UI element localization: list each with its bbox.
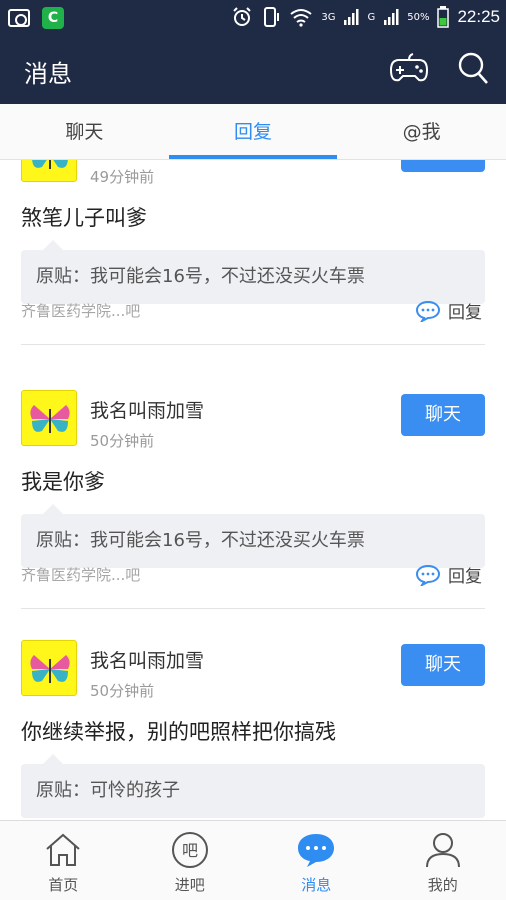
signal-icon-2 xyxy=(384,9,399,25)
reply-button[interactable]: 回复 xyxy=(416,562,482,587)
search-icon[interactable] xyxy=(456,50,490,86)
forum-name[interactable]: 齐鲁医药学院...吧 xyxy=(21,300,140,321)
tab-chat[interactable]: 聊天 xyxy=(0,104,169,159)
network-type: 3G xyxy=(321,11,336,23)
nav-profile-label: 我的 xyxy=(427,876,458,894)
page-title: 消息 xyxy=(24,60,72,88)
reply-label: 回复 xyxy=(448,567,482,587)
tab-bar: 聊天 回复 @我 xyxy=(0,104,506,160)
divider xyxy=(21,608,485,609)
comment-icon xyxy=(416,564,440,586)
reply-button[interactable]: 回复 xyxy=(416,298,482,323)
game-controller-icon[interactable] xyxy=(389,52,429,86)
home-icon xyxy=(46,833,80,866)
divider xyxy=(21,344,485,345)
nav-messages-label: 消息 xyxy=(301,876,332,894)
tab-mentions[interactable]: @我 xyxy=(337,104,506,159)
status-bar: C 3G G 50% 22:25 xyxy=(0,0,506,36)
message-icon xyxy=(298,834,335,867)
timestamp: 50分钟前 xyxy=(90,432,155,450)
chat-button[interactable]: 聊天 xyxy=(401,644,485,686)
nav-messages[interactable]: 消息 xyxy=(253,821,380,900)
network-type-2: G xyxy=(367,11,376,23)
butterfly-icon xyxy=(30,405,70,433)
timestamp: 50分钟前 xyxy=(90,682,155,700)
avatar[interactable] xyxy=(21,640,77,696)
nav-home-label: 首页 xyxy=(48,876,79,894)
chat-button[interactable]: 聊天 xyxy=(401,160,485,172)
alarm-icon xyxy=(233,7,252,26)
reply-text[interactable]: 你继续举报，别的吧照样把你搞残 xyxy=(21,716,336,746)
profile-icon xyxy=(425,833,460,868)
username[interactable]: 我名叫雨加雪 xyxy=(90,646,204,673)
avatar[interactable] xyxy=(21,390,77,446)
nav-profile[interactable]: 我的 xyxy=(380,821,506,900)
wifi-icon xyxy=(290,9,312,27)
nav-ba-label: 进吧 xyxy=(174,876,205,894)
tab-replies[interactable]: 回复 xyxy=(168,104,338,159)
username[interactable]: 我名叫雨加雪 xyxy=(90,396,204,423)
reply-text[interactable]: 我是你爹 xyxy=(21,466,105,496)
screenshot-icon xyxy=(8,9,30,27)
original-post-quote[interactable]: 原贴：可怜的孩子 xyxy=(21,754,485,818)
battery-icon xyxy=(437,6,450,28)
app-header: 消息 xyxy=(0,36,506,104)
signal-icon xyxy=(344,9,359,25)
timestamp: 49分钟前 xyxy=(90,168,155,186)
svg-text:吧: 吧 xyxy=(182,841,198,860)
nav-home[interactable]: 首页 xyxy=(0,821,127,900)
nav-ba[interactable]: 吧 进吧 xyxy=(127,821,254,900)
app-notification-icon: C xyxy=(42,7,64,29)
list-item: 我名叫雨加雪 50分钟前 聊天 你继续举报，别的吧照样把你搞残 原贴：可怜的孩子 xyxy=(0,640,506,820)
original-post-quote[interactable]: 原贴：我可能会16号，不过还没买火车票 xyxy=(21,504,485,568)
avatar[interactable] xyxy=(21,160,77,182)
forum-name[interactable]: 齐鲁医药学院...吧 xyxy=(21,564,140,585)
reply-text[interactable]: 煞笔儿子叫爹 xyxy=(21,202,147,232)
bottom-nav: 首页 吧 进吧 消息 我的 xyxy=(0,820,506,900)
original-post-quote[interactable]: 原贴：我可能会16号，不过还没买火车票 xyxy=(21,240,485,304)
list-item: 49分钟前 聊天 煞笔儿子叫爹 原贴：我可能会16号，不过还没买火车票 齐鲁医药… xyxy=(0,160,506,377)
reply-label: 回复 xyxy=(448,303,482,323)
butterfly-icon xyxy=(32,160,68,169)
ba-icon: 吧 xyxy=(171,832,208,868)
butterfly-icon xyxy=(30,655,70,683)
list-item: 我名叫雨加雪 50分钟前 聊天 我是你爹 原贴：我可能会16号，不过还没买火车票… xyxy=(0,390,506,641)
clock: 22:25 xyxy=(457,7,500,26)
vibrate-icon xyxy=(264,7,280,27)
message-list[interactable]: 49分钟前 聊天 煞笔儿子叫爹 原贴：我可能会16号，不过还没买火车票 齐鲁医药… xyxy=(0,160,506,820)
battery-percent: 50% xyxy=(407,11,430,23)
comment-icon xyxy=(416,300,440,322)
chat-button[interactable]: 聊天 xyxy=(401,394,485,436)
